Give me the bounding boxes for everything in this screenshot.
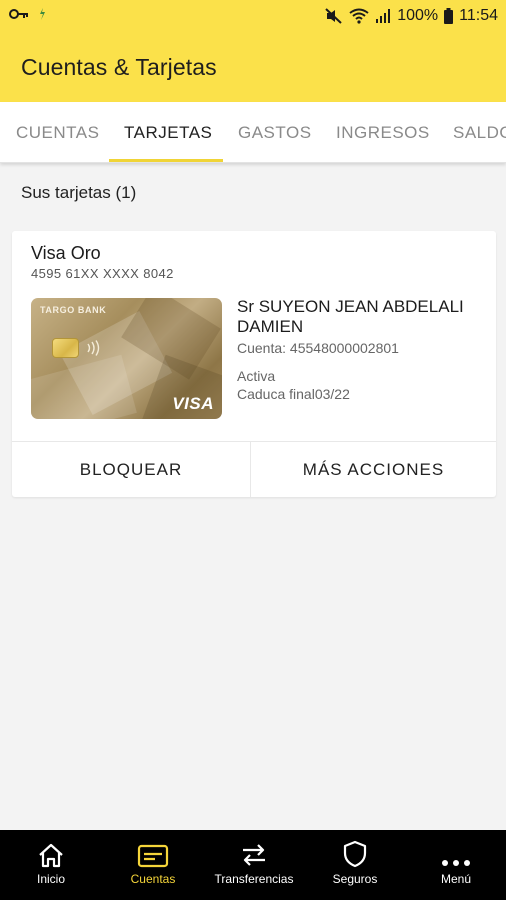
active-tab-indicator [109, 159, 223, 162]
signal-icon [375, 8, 391, 24]
wifi-icon [349, 8, 369, 24]
nav-label: Transferencias [214, 872, 294, 886]
nav-label: Inicio [36, 872, 65, 886]
cards-count-label: Sus tarjetas (1) [21, 183, 137, 202]
shield-icon [342, 830, 368, 870]
chip-icon [52, 338, 79, 358]
tab-cuentas[interactable]: CUENTAS [16, 102, 99, 162]
bottom-navigation: Inicio Cuentas Transferencias Seguros Me… [0, 830, 506, 900]
block-card-button[interactable]: BLOQUEAR [12, 442, 250, 497]
card-product-name: Visa Oro [31, 243, 101, 263]
battery-icon [444, 8, 454, 24]
card-holder-name: Sr SUYEON JEAN ABDELALI DAMIEN [237, 297, 464, 336]
home-icon [37, 830, 65, 870]
card-expiry: Caduca final03/22 [237, 386, 350, 402]
nav-cuentas[interactable]: Cuentas [102, 830, 204, 900]
nav-label: Cuentas [130, 872, 176, 886]
page-title: Cuentas & Tarjetas [21, 53, 217, 80]
app-bar: Cuentas & Tarjetas [0, 32, 506, 102]
mute-icon [325, 8, 343, 24]
tab-saldo[interactable]: SALDO [453, 102, 506, 162]
tab-gastos[interactable]: GASTOS [238, 102, 312, 162]
transfer-icon [240, 830, 268, 870]
status-bar: 100% 11:54 [0, 0, 506, 32]
tab-tarjetas[interactable]: TARJETAS [124, 102, 212, 162]
bank-logo: TARGO BANK [40, 305, 107, 315]
more-icon [441, 830, 471, 870]
tab-bar: CUENTAS TARJETAS GASTOS INGRESOS SALDO [0, 102, 506, 163]
card-number: 4595 61XX XXXX 8042 [31, 266, 174, 281]
app-screen: 100% 11:54 Cuentas & Tarjetas CUENTAS TA… [0, 0, 506, 900]
contactless-icon [86, 340, 100, 361]
linked-account: Cuenta: 45548000002801 [237, 340, 399, 356]
card-status: Activa [237, 368, 276, 384]
key-icon [9, 7, 29, 26]
nav-menu[interactable]: Menú [406, 830, 506, 900]
visa-logo: VISA [172, 394, 214, 413]
clock: 11:54 [459, 7, 498, 24]
card-image[interactable]: TARGO BANK VISA [31, 298, 222, 419]
card-panel: Visa Oro 4595 61XX XXXX 8042 TARGO BANK … [12, 231, 496, 497]
app-notification-icon [37, 7, 47, 26]
nav-inicio[interactable]: Inicio [0, 830, 102, 900]
tab-ingresos[interactable]: INGRESOS [336, 102, 430, 162]
battery-percent: 100% [397, 7, 439, 24]
nav-transferencias[interactable]: Transferencias [204, 830, 304, 900]
nav-seguros[interactable]: Seguros [304, 830, 406, 900]
more-actions-button[interactable]: MÁS ACCIONES [251, 442, 496, 497]
card-icon [137, 830, 169, 870]
nav-label: Menú [440, 872, 472, 886]
nav-label: Seguros [332, 872, 378, 886]
